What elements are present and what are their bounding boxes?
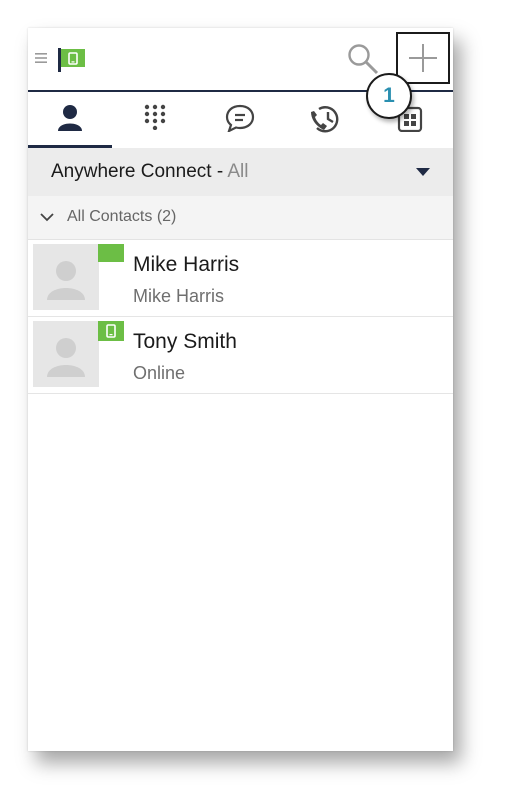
contact-group-header[interactable]: All Contacts (2) <box>28 196 453 240</box>
tab-chat[interactable] <box>198 92 282 148</box>
available-flag-icon <box>98 244 124 270</box>
contact-source-dropdown[interactable]: Anywhere Connect - All <box>28 148 453 196</box>
tab-contacts[interactable] <box>28 92 112 148</box>
mobile-online-icon <box>98 321 124 347</box>
contact-name: Tony Smith <box>133 330 237 353</box>
filter-source-name: Anywhere Connect - <box>51 161 228 182</box>
contact-source-label: Anywhere Connect - All <box>51 161 249 183</box>
contact-row[interactable]: Mike Harris Mike Harris <box>28 240 453 317</box>
contact-name: Mike Harris <box>133 253 240 276</box>
my-status-flag-icon[interactable] <box>58 47 86 73</box>
search-icon[interactable] <box>346 42 380 76</box>
tab-dialpad[interactable] <box>113 92 197 148</box>
dropdown-caret-icon <box>416 168 430 176</box>
group-label: All Contacts (2) <box>67 208 177 225</box>
add-contact-button[interactable] <box>396 32 450 84</box>
hamburger-menu-icon[interactable] <box>35 51 47 63</box>
contact-subtitle: Mike Harris <box>133 286 225 306</box>
document-stage: 1 Anywhere Connect - All All Contacts (2… <box>0 0 511 810</box>
contact-row[interactable]: Tony Smith Online <box>28 317 453 394</box>
step-callout-badge: 1 <box>366 73 412 119</box>
phone-screen: 1 Anywhere Connect - All All Contacts (2… <box>28 28 453 751</box>
filter-selected-value: All <box>227 161 249 182</box>
avatar <box>33 321 99 387</box>
contact-subtitle: Online <box>133 363 186 383</box>
avatar <box>33 244 99 310</box>
tab-call-history[interactable] <box>283 92 367 148</box>
chevron-down-icon <box>39 210 55 228</box>
